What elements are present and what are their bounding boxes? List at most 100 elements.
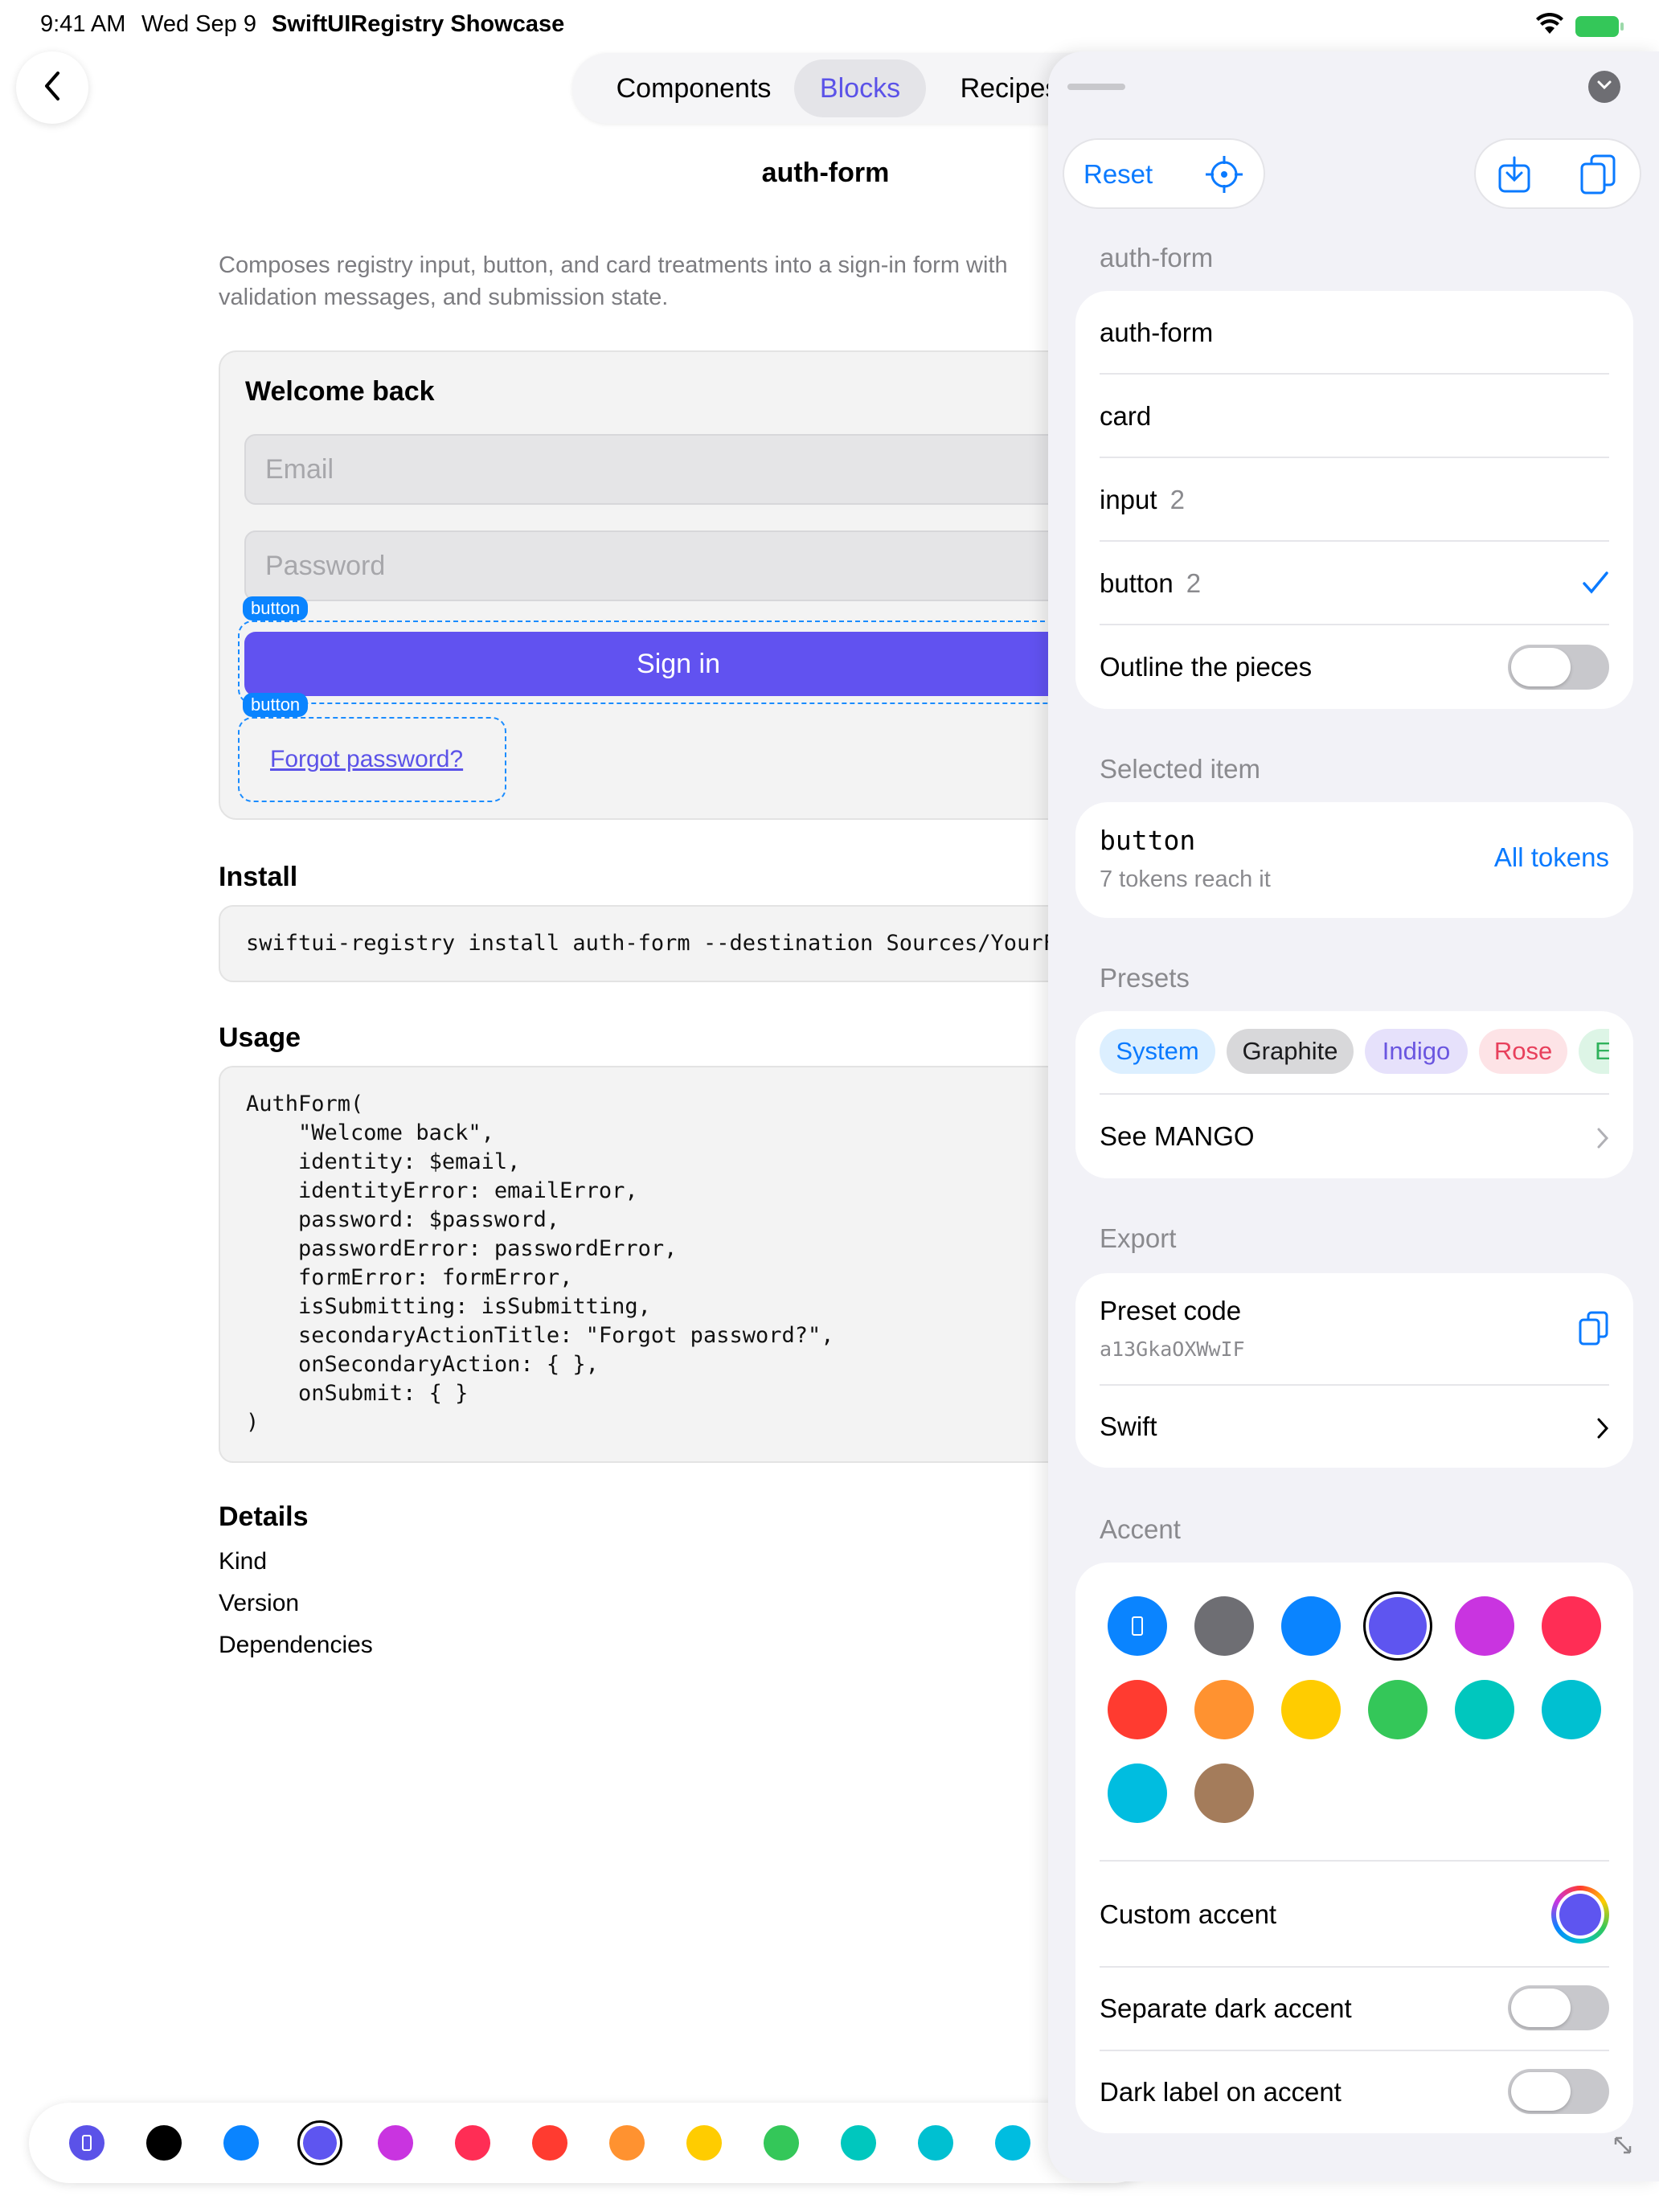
hierarchy-item-count: 2 (1169, 485, 1185, 514)
accent-swatch[interactable] (1281, 1596, 1341, 1656)
palette-swatch[interactable] (686, 2125, 722, 2161)
install-heading: Install (219, 862, 298, 892)
chevron-down-icon (1596, 79, 1613, 96)
palette-swatch[interactable] (995, 2125, 1030, 2161)
usage-code-text: AuthForm( "Welcome back", identity: $ema… (246, 1092, 834, 1435)
export-toolbar (1474, 138, 1641, 209)
color-well-fill (1559, 1894, 1601, 1936)
preset-code-value: a13GkaOXWwIF (1100, 1337, 1245, 1361)
separate-dark-accent-toggle[interactable] (1508, 1985, 1609, 2030)
collapse-panel-button[interactable] (1588, 71, 1620, 103)
hierarchy-group: auth-form card input 2 button 2 Outline … (1075, 291, 1633, 709)
preset-chip-rose[interactable]: Rose (1479, 1029, 1567, 1074)
forgot-password-link[interactable]: Forgot password? (270, 746, 463, 773)
wifi-icon (1535, 12, 1564, 39)
palette-swatch[interactable] (764, 2125, 799, 2161)
accent-group: Custom accent Separate dark accent Dark … (1075, 1563, 1633, 2133)
status-date: Wed Sep 9 (141, 11, 256, 37)
palette-swatch[interactable] (918, 2125, 953, 2161)
install-command[interactable]: swiftui-registry install auth-form --des… (219, 905, 1103, 982)
custom-accent-label: Custom accent (1100, 1899, 1277, 1929)
copy-icon[interactable] (1577, 1310, 1609, 1351)
accent-swatch-fill (1369, 1597, 1427, 1655)
details-heading: Details (219, 1501, 309, 1532)
preset-code-label: Preset code (1100, 1296, 1242, 1325)
see-preset-row[interactable]: See MANGO (1100, 1095, 1609, 1178)
accent-swatch[interactable] (1108, 1680, 1167, 1739)
palette-swatch[interactable] (532, 2125, 567, 2161)
accent-swatch[interactable] (1281, 1680, 1341, 1739)
reset-button[interactable]: Reset (1083, 159, 1153, 190)
form-heading: Welcome back (245, 376, 435, 407)
accent-swatch[interactable] (1455, 1680, 1514, 1739)
preset-chip-graphite[interactable]: Graphite (1227, 1029, 1354, 1074)
accent-palette-bar (29, 2103, 1154, 2183)
all-tokens-link[interactable]: All tokens (1494, 842, 1609, 873)
hierarchy-item-button[interactable]: button 2 (1100, 542, 1609, 625)
hierarchy-item-input[interactable]: input 2 (1100, 458, 1609, 542)
selected-item-group: button 7 tokens reach it All tokens (1075, 802, 1633, 918)
copy-icon[interactable] (1579, 153, 1617, 200)
tab-components[interactable]: Components (582, 59, 805, 117)
palette-swatch[interactable] (455, 2125, 490, 2161)
checkmark-icon (1582, 571, 1609, 601)
hierarchy-title: auth-form (1100, 243, 1214, 272)
dark-label-label: Dark label on accent (1100, 2077, 1342, 2107)
palette-system-swatch[interactable] (69, 2125, 104, 2161)
custom-accent-row[interactable]: Custom accent (1100, 1862, 1609, 1968)
accent-swatch[interactable] (1368, 1680, 1428, 1739)
accent-swatch[interactable] (1542, 1596, 1601, 1656)
preset-chip-emerald[interactable]: Emerald (1579, 1029, 1609, 1074)
resize-icon[interactable] (1611, 2133, 1635, 2161)
palette-swatch[interactable] (841, 2125, 876, 2161)
hierarchy-item-label: button (1100, 568, 1174, 598)
dark-label-toggle[interactable] (1508, 2069, 1609, 2114)
email-field[interactable]: Email (244, 434, 1104, 505)
custom-accent-color-well[interactable] (1551, 1886, 1609, 1944)
accent-swatch-system[interactable] (1108, 1596, 1167, 1656)
palette-swatch[interactable] (223, 2125, 259, 2161)
palette-swatch[interactable] (609, 2125, 645, 2161)
usage-code-block[interactable]: AuthForm( "Welcome back", identity: $ema… (219, 1066, 1103, 1463)
status-indicators (1535, 12, 1624, 39)
palette-swatch[interactable] (378, 2125, 413, 2161)
swift-export-label: Swift (1100, 1411, 1157, 1441)
hierarchy-item-label: auth-form (1100, 317, 1214, 347)
export-group: Preset code a13GkaOXWwIF Swift (1075, 1273, 1633, 1468)
accent-swatch[interactable] (1542, 1680, 1601, 1739)
selected-item-title: Selected item (1100, 754, 1260, 784)
see-preset-label: See MANGO (1100, 1121, 1255, 1151)
preset-chip-indigo[interactable]: Indigo (1365, 1029, 1468, 1074)
accent-swatch[interactable] (1108, 1763, 1167, 1823)
chevron-right-icon (1596, 1415, 1609, 1446)
download-icon[interactable] (1495, 154, 1534, 199)
chevron-left-icon (40, 70, 64, 106)
status-time: 9:41 AM (40, 11, 126, 37)
outline-tag: button (243, 693, 309, 717)
accent-swatch[interactable] (1194, 1680, 1254, 1739)
hierarchy-item-card[interactable]: card (1100, 375, 1609, 458)
detail-kind: Kind (219, 1548, 268, 1575)
separate-dark-accent-label: Separate dark accent (1100, 1993, 1352, 2023)
sign-in-button[interactable]: Sign in (244, 632, 1112, 696)
back-button[interactable] (16, 51, 88, 124)
accent-swatch-selected[interactable] (1363, 1591, 1432, 1661)
palette-swatch-selected[interactable] (297, 2120, 342, 2165)
outline-toggle[interactable] (1508, 645, 1609, 690)
outline-toggle-label: Outline the pieces (1100, 652, 1313, 682)
selected-item-subtitle: 7 tokens reach it (1100, 866, 1271, 892)
accent-swatch[interactable] (1455, 1596, 1514, 1656)
accent-swatch[interactable] (1194, 1763, 1254, 1823)
crosshair-icon[interactable] (1204, 154, 1244, 199)
palette-swatch[interactable] (146, 2125, 182, 2161)
selected-item-name: button (1100, 825, 1196, 856)
preset-chips-scroller[interactable]: System Graphite Indigo Rose Emerald (1100, 1011, 1609, 1095)
panel-grabber[interactable] (1067, 84, 1125, 90)
install-command-text: swiftui-registry install auth-form --des… (246, 931, 1103, 956)
swift-export-row[interactable]: Swift (1100, 1386, 1609, 1468)
preset-chip-system[interactable]: System (1100, 1029, 1215, 1074)
accent-swatch[interactable] (1194, 1596, 1254, 1656)
hierarchy-item-auth-form[interactable]: auth-form (1100, 291, 1609, 375)
tab-blocks[interactable]: Blocks (794, 59, 926, 117)
password-field[interactable]: Password (244, 530, 1104, 601)
